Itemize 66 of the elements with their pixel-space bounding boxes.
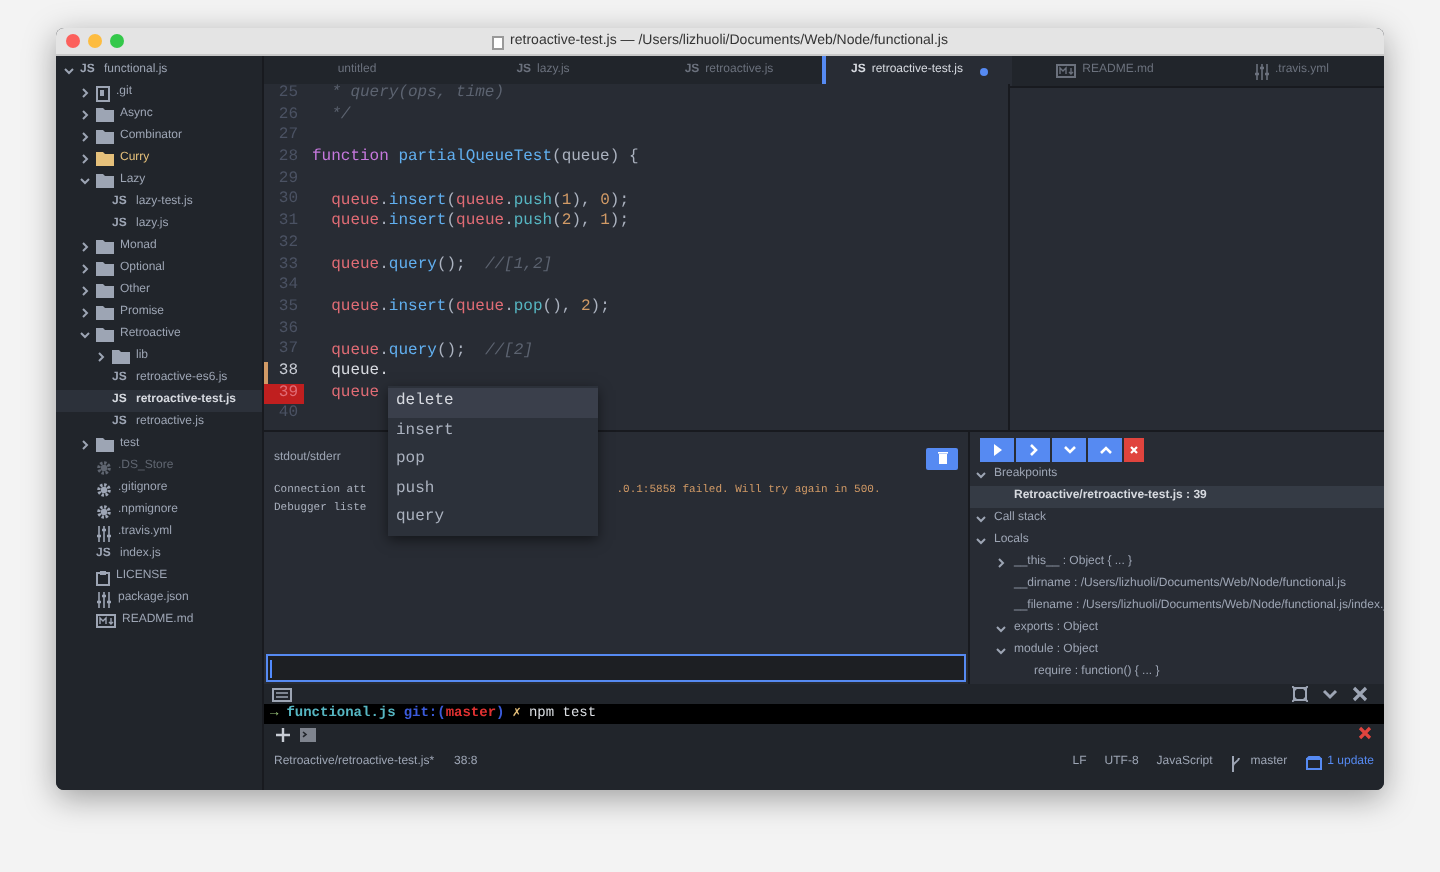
keyboard-icon[interactable] [272, 687, 292, 701]
chevron-up-icon [1097, 442, 1113, 458]
chevron-right-icon[interactable] [996, 558, 1006, 568]
chevron-down-icon[interactable] [1322, 686, 1338, 702]
document-icon [96, 569, 110, 585]
chevron-down-icon [1061, 442, 1077, 458]
chevron-right-icon[interactable] [80, 286, 90, 296]
chevron-down-icon[interactable] [976, 514, 986, 524]
suggestion-item[interactable]: insert [388, 417, 598, 446]
suggestion-item[interactable]: delete [388, 388, 598, 417]
clear-output-button[interactable] [926, 447, 958, 469]
suggestion-item[interactable]: query [388, 504, 598, 533]
code-line: queue [329, 381, 380, 406]
repo-icon [96, 85, 110, 101]
chevron-down-icon[interactable] [996, 646, 1006, 656]
chevron-down-icon[interactable] [976, 536, 986, 546]
stop-button[interactable] [1124, 438, 1144, 462]
sliders-icon [1253, 63, 1269, 79]
play-icon [989, 442, 1005, 458]
trash-icon [937, 452, 947, 464]
chevron-right-icon [1025, 442, 1041, 458]
code-line: queue.insert(queue.pop(), 2); [329, 296, 610, 321]
code-line: */ [329, 104, 351, 129]
suggestion-item[interactable]: pop [388, 446, 598, 475]
chevron-down-icon[interactable] [80, 330, 90, 340]
chevron-right-icon[interactable] [80, 132, 90, 142]
markdown-icon [1056, 64, 1077, 78]
terminal-icon[interactable] [300, 727, 316, 741]
folder-icon [96, 438, 114, 452]
code-line: queue.insert(queue.push(1), 0); [329, 189, 630, 212]
chevron-down-icon[interactable] [80, 176, 90, 186]
step-in-button[interactable] [1052, 438, 1086, 462]
close-icon[interactable] [1352, 686, 1368, 702]
input-field[interactable] [266, 654, 966, 682]
document-icon [492, 35, 505, 49]
code-line: queue. [329, 360, 389, 385]
sliders-icon [96, 525, 112, 541]
branch-icon [1230, 755, 1243, 771]
code-line: function partialQueueTest(queue) { [310, 146, 639, 171]
chevron-right-icon[interactable] [80, 88, 90, 98]
sliders-icon [96, 591, 112, 607]
code-line: * query(ops, time) [329, 84, 505, 106]
package-icon[interactable] [1305, 756, 1322, 770]
chevron-down-icon[interactable] [976, 470, 986, 480]
plus-icon[interactable] [276, 727, 290, 741]
close-icon[interactable] [1358, 726, 1372, 740]
chevron-down-icon[interactable] [64, 66, 74, 76]
code-line: queue.query(); //[2] [329, 339, 533, 364]
chevron-right-icon[interactable] [80, 264, 90, 274]
chevron-right-icon[interactable] [96, 352, 106, 362]
chevron-right-icon[interactable] [80, 308, 90, 318]
chevron-right-icon[interactable] [80, 440, 90, 450]
chevron-down-icon[interactable] [996, 624, 1006, 634]
close-icon [1126, 442, 1142, 458]
line-number: 39 [264, 383, 304, 405]
chevron-right-icon[interactable] [80, 110, 90, 120]
step-over-button[interactable] [1016, 438, 1050, 462]
continue-button[interactable] [980, 438, 1014, 462]
code-line: queue.query(); //[1,2] [329, 253, 553, 278]
chevron-right-icon[interactable] [80, 154, 90, 164]
markdown-icon [96, 614, 116, 628]
chevron-right-icon[interactable] [80, 242, 90, 252]
suggestion-item[interactable]: push [388, 475, 598, 504]
maximize-icon[interactable] [1292, 686, 1308, 702]
code-line: queue.insert(queue.push(2), 1); [329, 210, 630, 235]
step-out-button[interactable] [1088, 438, 1122, 462]
